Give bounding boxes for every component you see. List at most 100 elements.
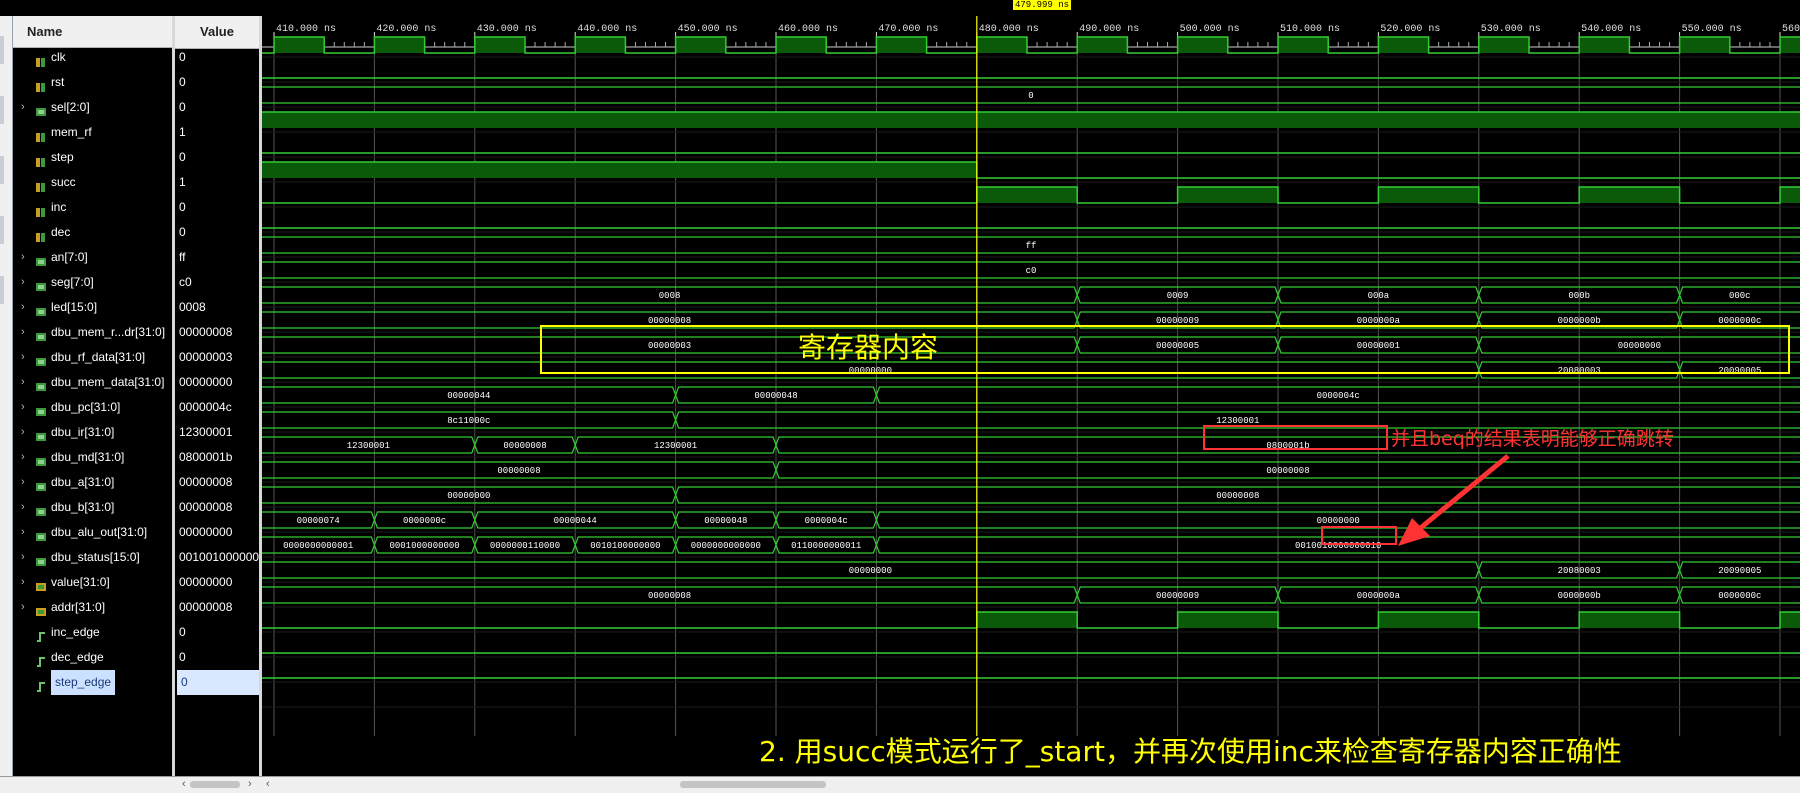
signal-row-dbu-md-31-0[interactable]: › dbu_md[31:0] (13, 445, 173, 470)
ruler-tick-label: 410.000 ns (276, 24, 336, 35)
bit-high-fill (1780, 37, 1800, 53)
signal-value[interactable]: 00000008 (179, 470, 259, 495)
wave-scroll-left-arrow-icon[interactable]: ‹ (266, 777, 270, 792)
expand-chevron-icon[interactable]: › (21, 395, 25, 420)
name-column-header[interactable]: Name (13, 16, 173, 48)
expand-chevron-icon[interactable]: › (21, 595, 25, 620)
signal-value[interactable]: 00000000 (179, 570, 259, 595)
bus-param-icon (35, 602, 47, 616)
signal-value[interactable]: 1 (179, 170, 259, 195)
signal-value[interactable]: 00000003 (179, 345, 259, 370)
bus-signal-icon (35, 527, 47, 541)
signal-value[interactable]: c0 (179, 270, 259, 295)
signal-row-led-15-0[interactable]: › led[15:0] (13, 295, 173, 320)
signal-value[interactable]: 0 (179, 45, 259, 70)
expand-chevron-icon[interactable]: › (21, 245, 25, 270)
signal-row-dbu-mem-data-31-0[interactable]: › dbu_mem_data[31:0] (13, 370, 173, 395)
expand-chevron-icon[interactable]: › (21, 570, 25, 595)
bit-high-fill (976, 612, 1078, 628)
signal-value[interactable]: 0 (179, 645, 259, 670)
bit-high-fill (1177, 37, 1228, 53)
signal-row-dbu-alu-out-31-0[interactable]: › dbu_alu_out[31:0] (13, 520, 173, 545)
signal-value[interactable]: 0 (179, 220, 259, 245)
signal-name-label: dbu_mem_data[31:0] (51, 375, 165, 389)
signal-value[interactable]: 00000000 (179, 520, 259, 545)
signal-name-label: dbu_pc[31:0] (51, 400, 121, 414)
toolbar-tab[interactable] (0, 156, 4, 184)
signal-value[interactable]: 00000008 (179, 495, 259, 520)
expand-chevron-icon[interactable]: › (21, 270, 25, 295)
signal-value[interactable]: 00000008 (179, 595, 259, 620)
expand-chevron-icon[interactable]: › (21, 345, 25, 370)
bus-value-label: c0 (1026, 266, 1037, 276)
signal-value[interactable]: 0800001b (179, 445, 259, 470)
toolbar-tab[interactable] (0, 276, 4, 304)
bus-signal-icon (35, 277, 47, 291)
toolbar-tab[interactable] (0, 216, 4, 244)
signal-value[interactable]: 0 (179, 195, 259, 220)
signal-row-clk[interactable]: clk (13, 45, 173, 70)
signal-name-label: dbu_b[31:0] (51, 500, 115, 514)
signal-value[interactable]: ff (179, 245, 259, 270)
signal-row-succ[interactable]: succ (13, 170, 173, 195)
signal-row-dec[interactable]: dec (13, 220, 173, 245)
signal-row-addr-31-0[interactable]: › addr[31:0] (13, 595, 173, 620)
signal-value[interactable]: 00000000 (179, 370, 259, 395)
signal-value[interactable]: 0 (179, 95, 259, 120)
signal-value[interactable]: 0 (179, 145, 259, 170)
signal-value[interactable]: 0 (177, 670, 261, 695)
signal-row-dbu-rf-data-31-0[interactable]: › dbu_rf_data[31:0] (13, 345, 173, 370)
signal-row-mem-rf[interactable]: mem_rf (13, 120, 173, 145)
expand-chevron-icon[interactable]: › (21, 470, 25, 495)
signal-row-sel-2-0[interactable]: › sel[2:0] (13, 95, 173, 120)
signal-value[interactable]: 0 (179, 70, 259, 95)
signal-row-rst[interactable]: rst (13, 70, 173, 95)
signal-row-an-7-0[interactable]: › an[7:0] (13, 245, 173, 270)
expand-chevron-icon[interactable]: › (21, 420, 25, 445)
expand-chevron-icon[interactable]: › (21, 370, 25, 395)
signal-value[interactable]: 12300001 (179, 420, 259, 445)
expand-chevron-icon[interactable]: › (21, 295, 25, 320)
signal-name-label: value[31:0] (51, 575, 110, 589)
signal-row-dbu-pc-31-0[interactable]: › dbu_pc[31:0] (13, 395, 173, 420)
signal-row-seg-7-0[interactable]: › seg[7:0] (13, 270, 173, 295)
signal-row-dbu-a-31-0[interactable]: › dbu_a[31:0] (13, 470, 173, 495)
signal-name-label: succ (51, 175, 76, 189)
signal-value[interactable]: 1 (179, 120, 259, 145)
toolbar-tab[interactable] (0, 36, 4, 64)
toolbar-tab[interactable] (0, 96, 4, 124)
signal-value[interactable]: 0010010000000 (179, 545, 259, 570)
signal-row-dec-edge[interactable]: dec_edge (13, 645, 173, 670)
signal-row-inc[interactable]: inc (13, 195, 173, 220)
value-scroll-thumb[interactable] (190, 781, 240, 788)
signal-row-inc-edge[interactable]: inc_edge (13, 620, 173, 645)
bus-value-label: 0000004c (1317, 391, 1360, 401)
expand-chevron-icon[interactable]: › (21, 445, 25, 470)
signal-row-dbu-ir-31-0[interactable]: › dbu_ir[31:0] (13, 420, 173, 445)
signal-value[interactable]: 0000004c (179, 395, 259, 420)
signal-row-step[interactable]: step (13, 145, 173, 170)
signal-row-value-31-0[interactable]: › value[31:0] (13, 570, 173, 595)
bit-high-fill (976, 37, 1027, 53)
bus-value-label: 0000000c (1718, 591, 1761, 601)
signal-row-dbu-status-15-0[interactable]: › dbu_status[15:0] (13, 545, 173, 570)
signal-row-step-edge[interactable]: step_edge (13, 670, 173, 695)
bus-signal-icon (35, 252, 47, 266)
signal-value[interactable]: 00000008 (179, 320, 259, 345)
expand-chevron-icon[interactable]: › (21, 495, 25, 520)
signal-row-dbu-b-31-0[interactable]: › dbu_b[31:0] (13, 495, 173, 520)
expand-chevron-icon[interactable]: › (21, 95, 25, 120)
signal-value[interactable]: 0 (179, 620, 259, 645)
scroll-right-arrow-icon[interactable]: › (248, 777, 252, 792)
scroll-left-arrow-icon[interactable]: ‹ (182, 777, 186, 792)
expand-chevron-icon[interactable]: › (21, 545, 25, 570)
expand-chevron-icon[interactable]: › (21, 520, 25, 545)
wave-scroll-thumb[interactable] (680, 781, 826, 788)
waveform-area[interactable]: 410.000 ns 420.000 ns 430.000 ns 440.000 ns… (262, 16, 1800, 778)
waveform-canvas[interactable]: 410.000 ns 420.000 ns 430.000 ns 440.000 ns… (262, 16, 1800, 778)
horizontal-scrollbar[interactable]: ‹ › ‹ (0, 776, 1800, 793)
bit-high-fill (1378, 187, 1479, 203)
expand-chevron-icon[interactable]: › (21, 320, 25, 345)
signal-row-dbu-mem-r-dr-31-0[interactable]: › dbu_mem_r...dr[31:0] (13, 320, 173, 345)
signal-value[interactable]: 0008 (179, 295, 259, 320)
